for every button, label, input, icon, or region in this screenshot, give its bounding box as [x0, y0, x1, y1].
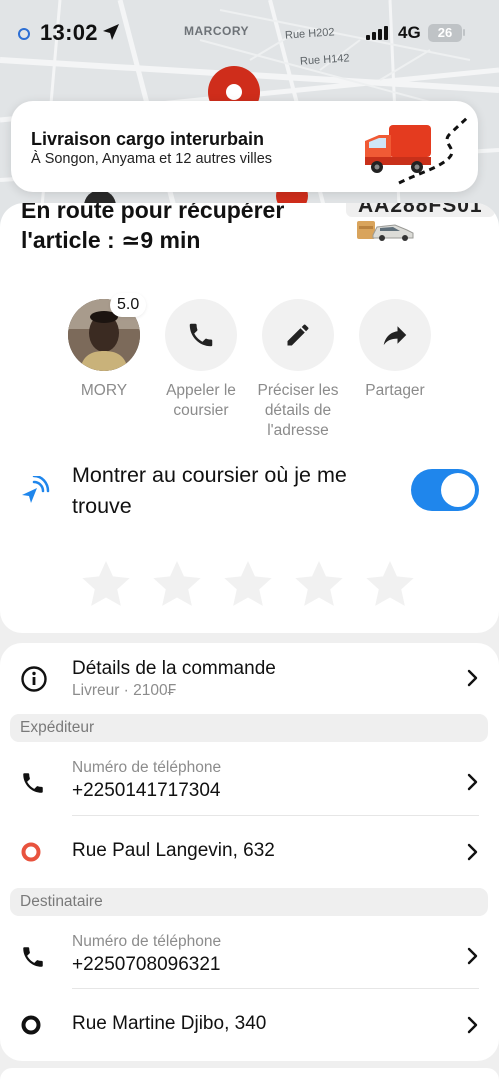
dropoff-marker-icon	[21, 1015, 41, 1035]
order-status-sheet: En route pour récupérer l'article : ≃9 m…	[0, 203, 499, 633]
chevron-right-icon	[467, 1016, 478, 1034]
cellular-signal-icon	[366, 26, 388, 40]
sender-phone-row[interactable]: Numéro de téléphone +2250141717304	[0, 748, 499, 814]
call-courier-circle[interactable]	[165, 299, 237, 371]
order-details-row[interactable]: Détails de la commande Livreur · 2100₣	[0, 643, 499, 711]
recipient-phone-row[interactable]: Numéro de téléphone +2250708096321	[0, 922, 499, 988]
map-street-label: Rue H202	[284, 26, 335, 42]
rating-stars	[79, 557, 417, 611]
recipient-phone-number: +2250708096321	[72, 954, 221, 975]
address-details-label: Préciser les détails de l'adresse	[257, 382, 339, 439]
star-icon[interactable]	[363, 557, 417, 611]
location-broadcast-icon	[22, 476, 50, 503]
call-courier-label: Appeler le coursier	[166, 382, 236, 419]
eta-line-2: l'article : ≃9 min	[21, 227, 201, 253]
sender-phone-label: Numéro de téléphone	[72, 759, 222, 776]
chevron-right-icon	[467, 947, 478, 965]
next-card-edge	[0, 1068, 499, 1080]
sender-section-header: Expéditeur	[10, 714, 488, 742]
call-courier-button[interactable]: Appeler le coursier	[151, 299, 251, 421]
location-share-label: Montrer au coursier où je me trouve	[72, 463, 347, 518]
recipient-section-header: Destinataire	[10, 888, 488, 916]
chevron-right-icon	[467, 843, 478, 861]
phone-icon	[23, 947, 43, 967]
address-details-button[interactable]: Préciser les détails de l'adresse	[248, 299, 348, 441]
location-share-toggle[interactable]	[411, 469, 479, 511]
vehicle-icon	[357, 221, 414, 241]
courier-actions: 5.0 MORY Appeler le coursier Préciser le…	[0, 293, 499, 449]
cargo-truck-icon	[365, 116, 469, 185]
courier-name: MORY	[80, 382, 128, 399]
status-bar: 13:02 MARCORY Rue H202 Rue H142 4G 26	[0, 14, 499, 68]
pencil-icon	[287, 324, 309, 346]
courier-rating: 5.0	[110, 293, 147, 317]
share-button[interactable]: Partager	[345, 299, 445, 401]
location-arrow-icon	[103, 24, 119, 40]
chevron-right-icon	[467, 773, 478, 791]
pickup-address: Rue Paul Langevin, 632	[72, 840, 275, 861]
share-circle[interactable]	[359, 299, 431, 371]
chevron-right-icon	[467, 669, 478, 687]
star-icon[interactable]	[150, 557, 204, 611]
order-details-subtitle: Livreur · 2100₣	[72, 682, 177, 699]
phone-icon	[23, 773, 43, 793]
pickup-address-row[interactable]: Rue Paul Langevin, 632	[0, 816, 499, 886]
pickup-marker-icon	[21, 842, 41, 862]
address-details-circle[interactable]	[262, 299, 334, 371]
share-label: Partager	[365, 382, 425, 399]
share-arrow-icon	[383, 326, 407, 345]
star-icon[interactable]	[292, 557, 346, 611]
recipient-phone-label: Numéro de téléphone	[72, 933, 222, 950]
phone-icon	[189, 323, 213, 347]
battery-cap	[463, 29, 465, 36]
star-icon[interactable]	[221, 557, 275, 611]
license-plate: AA288FS01	[346, 203, 495, 217]
toggle-knob	[441, 473, 475, 507]
eta-line-1: En route pour récupérer	[21, 203, 285, 223]
map-district-label: MARCORY	[184, 24, 250, 38]
dropoff-address: Rue Martine Djibo, 340	[72, 1013, 267, 1034]
network-type: 4G	[398, 23, 421, 42]
star-icon[interactable]	[79, 557, 133, 611]
info-icon	[21, 666, 47, 692]
location-dot-icon	[18, 28, 30, 40]
courier-profile[interactable]: 5.0 MORY	[54, 293, 154, 401]
battery-icon: 26	[428, 24, 462, 42]
eta-heading: En route pour récupérer l'article : ≃9 m…	[21, 203, 321, 255]
order-details-title: Détails de la commande	[72, 658, 276, 679]
promo-title: Livraison cargo interurbain	[31, 129, 265, 149]
promo-subtitle: À Songon, Anyama et 12 autres villes	[31, 151, 273, 167]
order-details-card: Détails de la commande Livreur · 2100₣ E…	[0, 643, 499, 1061]
clock: 13:02	[40, 20, 98, 45]
sender-phone-number: +2250141717304	[72, 780, 221, 801]
dropoff-address-row[interactable]: Rue Martine Djibo, 340	[0, 989, 499, 1059]
location-share-row[interactable]: Montrer au coursier où je me trouve	[0, 458, 499, 528]
promo-banner[interactable]: Livraison cargo interurbain À Songon, An…	[11, 101, 478, 192]
